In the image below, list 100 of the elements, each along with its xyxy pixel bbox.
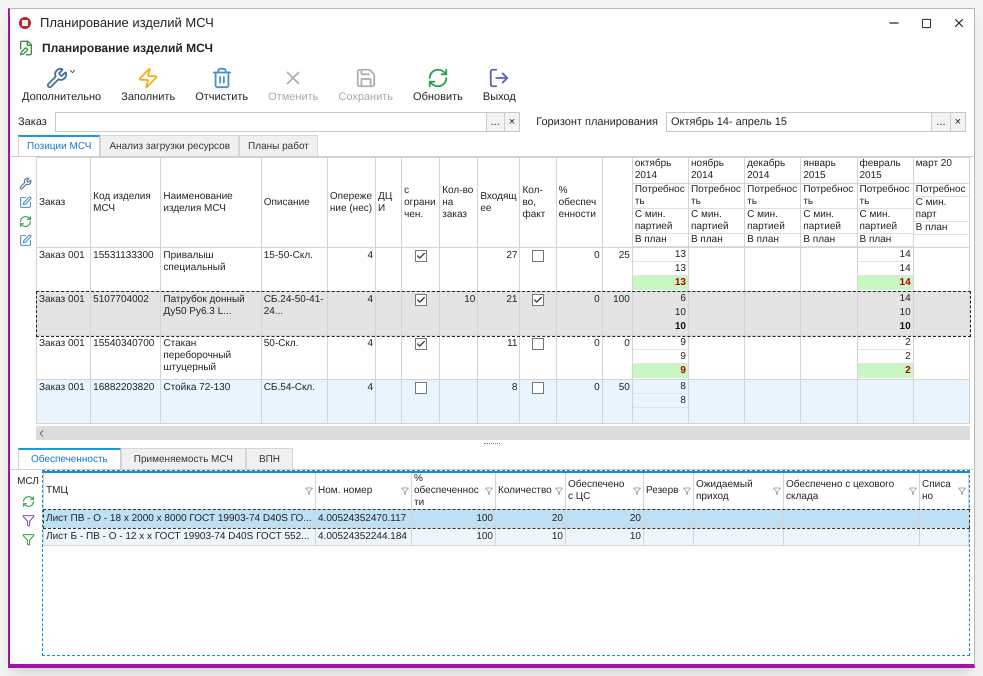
toolbar-button[interactable]: Выход — [478, 66, 520, 109]
cell-text: 25 — [618, 250, 630, 261]
filter-icon[interactable] — [555, 487, 563, 495]
column-header[interactable]: с ограничен. — [402, 158, 440, 248]
cell-text: 10 — [464, 294, 476, 305]
column-header[interactable]: ДЦИ — [376, 158, 402, 248]
checkbox[interactable] — [532, 294, 544, 306]
tab[interactable]: Позиции МСЧ — [18, 135, 100, 156]
checkbox[interactable] — [414, 294, 427, 306]
sub-header: Потребность — [745, 184, 800, 209]
maximize-icon[interactable] — [921, 18, 932, 28]
wrench-icon[interactable] — [18, 177, 32, 190]
plan-value: 14 — [858, 292, 913, 306]
tab[interactable]: Применяемость МСЧ — [120, 448, 246, 469]
filter-icon[interactable] — [909, 487, 917, 495]
sub-header: В план — [688, 234, 744, 247]
tab[interactable]: Обеспеченность — [18, 448, 121, 469]
cell-text: Патрубок донный Ду50 Ру6.3 L... — [163, 294, 245, 317]
tab[interactable]: ВПН — [246, 448, 294, 469]
field-label: Горизонт планирования — [536, 114, 658, 130]
filter-icon[interactable] — [958, 487, 966, 495]
plan-value: 8 — [632, 380, 688, 394]
plan-value: 13 — [632, 276, 688, 290]
field-button[interactable]: ... — [486, 113, 504, 131]
cell-text: 10 — [552, 531, 563, 542]
cell-text: 15-50-Скл. — [264, 250, 313, 261]
refresh-icon[interactable] — [18, 215, 32, 228]
filter-icon[interactable] — [633, 487, 641, 495]
cell-text: 0 — [594, 382, 600, 393]
order-field[interactable]: ... × — [54, 112, 520, 132]
filter-icon[interactable] — [22, 514, 34, 527]
checkbox[interactable] — [532, 250, 544, 262]
cell-text: 8 — [512, 382, 518, 393]
cell-text: 50-Скл. — [264, 338, 298, 349]
filter-icon[interactable] — [305, 487, 313, 495]
column-header[interactable]: Кол-во, факт — [520, 158, 556, 248]
plan-value: 13 — [632, 248, 688, 262]
toolbar-button[interactable]: Заполнить — [117, 66, 180, 109]
close-icon[interactable] — [952, 16, 966, 30]
table-row[interactable]: Заказ 001 5107704002 Патрубок донный Ду50 Ру6.3 L... СБ.24-50-41-24... 4 10 21 0 100 6 10 10 14 10 10 — [36, 292, 970, 336]
field-button[interactable]: ... — [931, 113, 950, 131]
trash-icon — [210, 66, 233, 88]
field-button[interactable]: × — [950, 113, 965, 131]
cell-text: Заказ 001 — [39, 338, 85, 349]
table-row[interactable]: Заказ 001 15540340700 Стакан переборочный штуцерный 50-Скл. 4 11 0 0 9 9 9 2 2 2 — [36, 336, 970, 380]
tab[interactable]: Анализ загрузки ресурсов — [100, 135, 240, 156]
toolbar-button[interactable]: Отчистить — [191, 66, 252, 109]
plan-value: 9 — [632, 336, 688, 350]
month-header: ноябрь 2014 — [688, 158, 744, 184]
tab[interactable]: Планы работ — [239, 135, 318, 156]
filter-icon[interactable] — [773, 487, 781, 495]
plan-value: 6 — [632, 292, 688, 306]
plan-value: 10 — [674, 320, 687, 334]
cell-text: СБ.54-Скл. — [264, 382, 316, 393]
checkbox[interactable] — [414, 382, 427, 394]
toolbar-button[interactable]: Обновить — [409, 66, 467, 109]
cell-text: Стойка 72-130 — [163, 382, 230, 393]
plan-value: 9 — [632, 364, 688, 378]
filter-icon[interactable] — [683, 487, 691, 495]
table-row[interactable]: Лист ПВ - О - 18 х 2000 х 8000 ГОСТ 19903-74 D40S ГО... 4.00524352470.117 100 20 20 — [44, 510, 968, 528]
sub-header: С мин. партией — [745, 209, 800, 234]
cell-text: СБ.24-50-41-24... — [264, 294, 324, 317]
filter-icon[interactable] — [401, 487, 409, 495]
sub-header: В план — [632, 234, 688, 247]
table-row[interactable]: Лист Б - ПВ - О - 12 х х ГОСТ 19903-74 D40S ГОСТ 552... 4.00524352244.184 100 10 10 — [44, 528, 968, 546]
cell-text: 4 — [367, 294, 374, 305]
month-header: февраль 2015 — [858, 158, 913, 184]
window-title: Планирование изделий МСЧ — [40, 14, 214, 32]
edit-icon[interactable] — [18, 196, 32, 209]
sub-header: С мин. парт — [914, 197, 969, 222]
cell-text: Стакан переборочный штуцерный — [163, 338, 232, 373]
plan-value: 14 — [858, 248, 913, 262]
edit-icon[interactable] — [18, 234, 32, 247]
column-header[interactable]: Заказ — [36, 158, 91, 248]
panel-title: Планирование изделий МСЧ — [42, 40, 213, 57]
checkbox[interactable] — [414, 250, 427, 262]
refresh-icon[interactable] — [22, 495, 34, 508]
checkbox[interactable] — [532, 382, 544, 394]
plan-value: 14 — [858, 276, 913, 290]
horizon-field[interactable]: Октябрь 14- апрель 15 ... × — [666, 112, 966, 132]
month-header: декабрь 2014 — [745, 158, 800, 184]
cell-text: Заказ 001 — [39, 382, 85, 393]
table-row[interactable]: Заказ 001 15531133300 Привалыш специальный 15-50-Скл. 4 27 0 25 13 13 13 14 14 14 — [36, 248, 970, 292]
exit-icon — [488, 66, 510, 88]
field-button[interactable]: × — [504, 113, 520, 131]
sub-header: С мин. партией — [632, 209, 688, 234]
sub-header: С мин. партией — [801, 209, 856, 234]
checkbox[interactable] — [414, 338, 427, 350]
sub-header: Потребность — [632, 184, 688, 209]
checkbox[interactable] — [532, 338, 544, 350]
column-header[interactable]: Кол-во на заказ — [440, 158, 478, 248]
edit-document-icon — [18, 40, 34, 56]
filter-icon[interactable] — [22, 533, 34, 546]
toolbar-button[interactable]: Дополнительно — [18, 66, 106, 109]
cell-text: 0 — [594, 294, 600, 305]
horizontal-scrollbar[interactable] — [36, 426, 970, 440]
table-row[interactable]: Заказ 001 16882203820 Стойка 72-130 СБ.54-Скл. 4 8 0 50 8 8 — [36, 380, 970, 424]
filter-icon[interactable] — [485, 487, 493, 495]
cell-text: 100 — [476, 513, 493, 524]
cell-text: 4.00524352244.184 — [318, 531, 407, 542]
